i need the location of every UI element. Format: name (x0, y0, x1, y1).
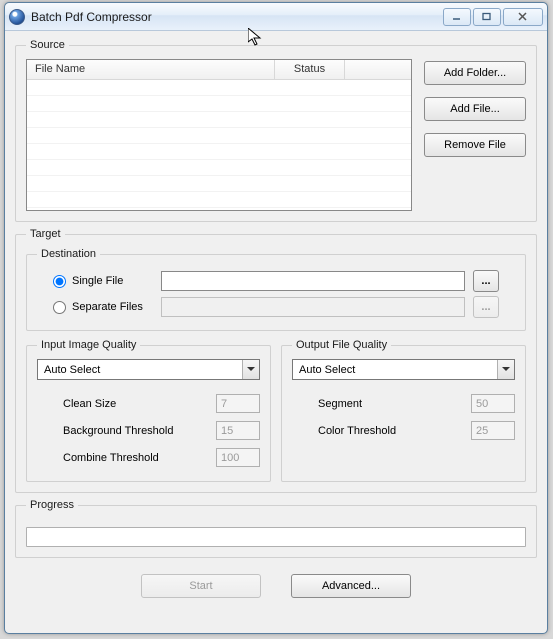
single-file-browse-button[interactable]: ... (473, 270, 499, 292)
chevron-down-icon (242, 360, 259, 379)
single-file-radio[interactable] (53, 275, 66, 288)
combine-threshold-value (216, 448, 260, 467)
add-folder-button[interactable]: Add Folder... (424, 61, 526, 85)
column-status[interactable]: Status (275, 60, 345, 79)
target-group: Target Destination Single File ... (15, 228, 537, 493)
single-file-input[interactable] (161, 271, 465, 291)
separate-files-input (161, 297, 465, 317)
file-list[interactable]: File Name Status (26, 59, 412, 211)
column-spacer (345, 60, 411, 79)
background-threshold-value (216, 421, 260, 440)
background-threshold-label: Background Threshold (63, 425, 208, 437)
single-file-radio-label[interactable]: Single File (53, 275, 153, 288)
color-threshold-value (471, 421, 515, 440)
progress-group: Progress (15, 499, 537, 558)
output-quality-select[interactable]: Auto Select (292, 359, 515, 380)
separate-files-radio[interactable] (53, 301, 66, 314)
remove-file-button[interactable]: Remove File (424, 133, 526, 157)
app-window: Batch Pdf Compressor Source File Name St… (4, 2, 548, 634)
file-list-header: File Name Status (27, 60, 411, 80)
column-filename[interactable]: File Name (27, 60, 275, 79)
progress-bar (26, 527, 526, 547)
input-quality-group: Input Image Quality Auto Select Clean Si… (26, 339, 271, 482)
start-button: Start (141, 574, 261, 598)
app-icon (9, 9, 25, 25)
combine-threshold-label: Combine Threshold (63, 452, 208, 464)
segment-label: Segment (318, 398, 463, 410)
source-legend: Source (26, 39, 69, 51)
titlebar[interactable]: Batch Pdf Compressor (5, 3, 547, 31)
segment-value (471, 394, 515, 413)
output-quality-group: Output File Quality Auto Select Segment … (281, 339, 526, 482)
input-quality-legend: Input Image Quality (37, 339, 140, 351)
clean-size-label: Clean Size (63, 398, 208, 410)
source-group: Source File Name Status Add Folder... A (15, 39, 537, 222)
minimize-button[interactable] (443, 8, 471, 26)
close-button[interactable] (503, 8, 543, 26)
progress-legend: Progress (26, 499, 78, 511)
window-title: Batch Pdf Compressor (31, 10, 443, 24)
file-list-body[interactable] (27, 80, 411, 210)
add-file-button[interactable]: Add File... (424, 97, 526, 121)
color-threshold-label: Color Threshold (318, 425, 463, 437)
separate-files-radio-label[interactable]: Separate Files (53, 301, 153, 314)
destination-group: Destination Single File ... Separate Fil… (26, 248, 526, 331)
destination-legend: Destination (37, 248, 100, 260)
clean-size-value (216, 394, 260, 413)
maximize-button[interactable] (473, 8, 501, 26)
separate-files-browse-button: ... (473, 296, 499, 318)
target-legend: Target (26, 228, 65, 240)
footer-buttons: Start Advanced... (15, 564, 537, 602)
output-quality-legend: Output File Quality (292, 339, 391, 351)
chevron-down-icon (497, 360, 514, 379)
input-quality-select[interactable]: Auto Select (37, 359, 260, 380)
advanced-button[interactable]: Advanced... (291, 574, 411, 598)
